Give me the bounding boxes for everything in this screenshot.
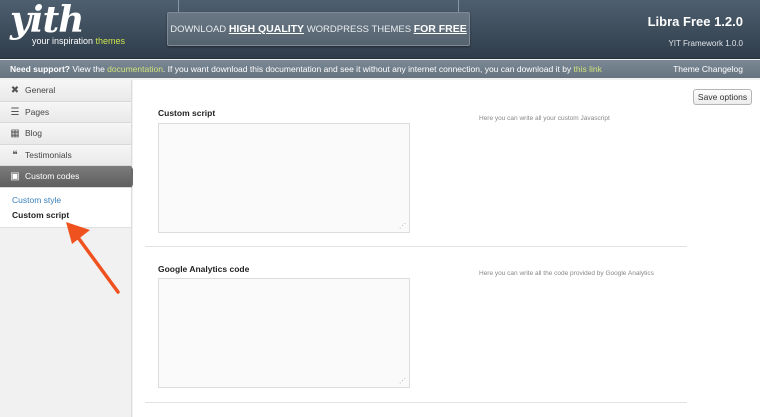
section-divider bbox=[145, 246, 687, 247]
list-icon: ☰ bbox=[10, 106, 20, 118]
header: yith your inspiration themes DOWNLOAD HI… bbox=[0, 0, 760, 59]
banner-wire-left bbox=[178, 0, 179, 12]
sidebar-item-label: Pages bbox=[25, 106, 50, 117]
options-panel: Save options Custom script ⋰ Here you ca… bbox=[133, 80, 760, 417]
sidebar-item-testimonials[interactable]: ❝ Testimonials bbox=[0, 144, 131, 166]
framework-version: YIT Framework 1.0.0 bbox=[668, 39, 743, 48]
documentation-link[interactable]: documentation bbox=[107, 64, 163, 74]
sidebar-item-label: Blog bbox=[25, 128, 43, 138]
sidebar-item-label: Custom codes bbox=[25, 171, 80, 181]
sidebar-item-custom-codes[interactable]: ▣ Custom codes bbox=[0, 166, 138, 188]
theme-version: Libra Free 1.2.0 bbox=[647, 14, 743, 29]
resize-grip-icon[interactable]: ⋰ bbox=[399, 378, 406, 385]
section-divider bbox=[145, 402, 687, 403]
support-bar: Need support? View the documentation. If… bbox=[0, 60, 760, 78]
banner-wire-right bbox=[458, 0, 459, 12]
resize-grip-icon[interactable]: ⋰ bbox=[399, 223, 406, 230]
sidebar-item-label: Testimonials bbox=[25, 149, 72, 160]
sidebar-item-blog[interactable]: ▦ Blog bbox=[0, 123, 131, 145]
theme-changelog-link[interactable]: Theme Changelog bbox=[673, 60, 743, 78]
logo-word: yith bbox=[10, 0, 84, 41]
orange-arrow-icon bbox=[66, 222, 120, 294]
yith-logo[interactable]: yith your inspiration themes bbox=[10, 0, 125, 46]
version-info: Libra Free 1.2.0 YIT Framework 1.0.0 bbox=[648, 14, 743, 48]
custom-script-description: Here you can write all your custom Javas… bbox=[479, 115, 610, 122]
logo-tagline: your inspiration themes bbox=[32, 36, 126, 46]
quote-icon: ❝ bbox=[12, 149, 18, 161]
download-docs-link[interactable]: this link bbox=[574, 64, 602, 74]
sidebar-item-general[interactable]: ✖ General bbox=[0, 80, 131, 102]
google-analytics-title: Google Analytics code bbox=[158, 264, 250, 274]
submenu-item-custom-style[interactable]: Custom style bbox=[12, 193, 131, 208]
google-analytics-description: Here you can write all the code provided… bbox=[479, 270, 654, 277]
custom-script-title: Custom script bbox=[158, 108, 216, 118]
calendar-icon: ▦ bbox=[10, 128, 20, 139]
sidebar-item-pages[interactable]: ☰ Pages bbox=[0, 101, 131, 123]
custom-script-textarea[interactable] bbox=[158, 123, 410, 233]
wrench-icon: ✖ bbox=[10, 85, 20, 96]
save-options-button[interactable]: Save options bbox=[693, 89, 752, 105]
google-analytics-textarea[interactable] bbox=[158, 278, 410, 388]
sidebar-item-label: General bbox=[25, 85, 56, 95]
code-window-icon: ▣ bbox=[10, 171, 20, 182]
download-themes-banner[interactable]: DOWNLOAD HIGH QUALITY WORDPRESS THEMES F… bbox=[167, 12, 470, 46]
